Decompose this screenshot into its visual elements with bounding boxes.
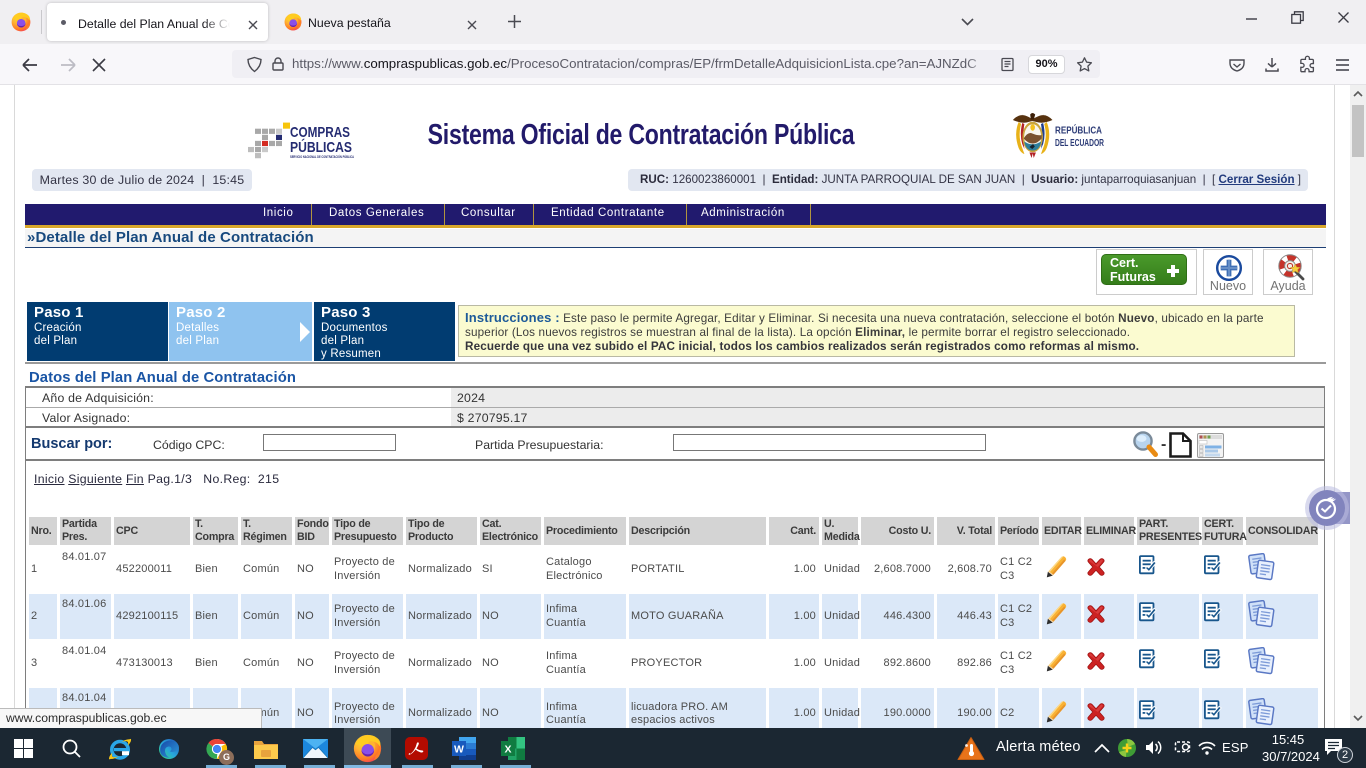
svg-text:REPÚBLICA: REPÚBLICA [1055, 124, 1102, 137]
svg-text:PÚBLICAS: PÚBLICAS [290, 138, 352, 156]
svg-text:W: W [454, 744, 464, 756]
svg-text:DEL ECUADOR: DEL ECUADOR [1055, 138, 1105, 149]
svg-text:X: X [504, 744, 511, 756]
svg-text:SERVICIO NACIONAL DE CONTRATAC: SERVICIO NACIONAL DE CONTRATACIÓN PÚBLIC… [290, 154, 354, 159]
